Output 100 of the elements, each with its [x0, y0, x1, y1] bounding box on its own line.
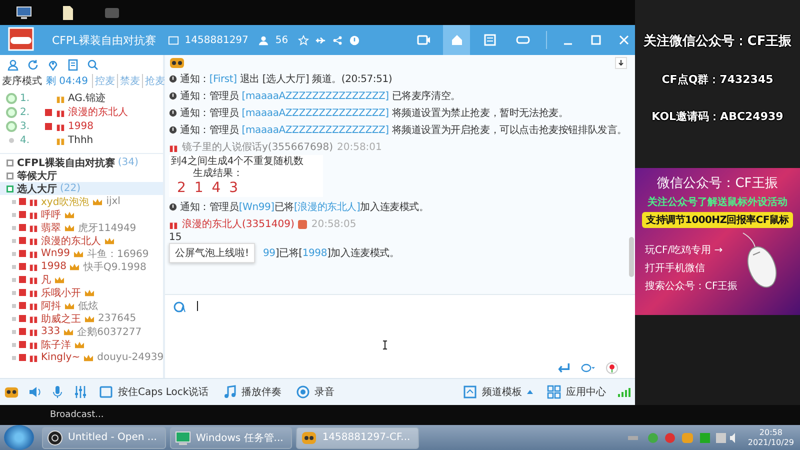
info-icon[interactable] [349, 34, 360, 46]
member-note: 企鹅6037277 [77, 326, 142, 338]
text-cursor [197, 301, 198, 311]
notepad-icon[interactable] [67, 59, 79, 71]
queue-timer: 剩 04:49 [46, 75, 88, 88]
sender-name[interactable]: 浪漫的东北人(3351409) [182, 217, 294, 231]
person-icon[interactable] [7, 59, 19, 71]
crown-icon [63, 327, 74, 336]
document-icon[interactable] [60, 4, 76, 20]
queue-user-name[interactable]: 浪漫的东北人 [68, 105, 128, 119]
member-name[interactable]: 翡翠 [41, 220, 61, 234]
queue-user-name[interactable]: AG.锦迹 [68, 91, 106, 105]
queue-number: 1. [20, 92, 31, 104]
start-button[interactable] [4, 425, 34, 450]
flower-icon[interactable] [605, 362, 619, 374]
queue-number: 4. [20, 134, 31, 146]
user-link[interactable]: [maaaaAZZZZZZZZZZZZZZZ] [242, 108, 389, 119]
channel-item[interactable]: 等候大厅 [0, 169, 163, 182]
crown-icon [54, 275, 65, 284]
user-link[interactable]: [First] [209, 74, 237, 85]
user-link[interactable]: [浪漫的东北人] [294, 202, 360, 213]
member-note: douyu-24939 [97, 352, 163, 363]
app-center-button[interactable]: 应用中心 [544, 385, 609, 399]
accompaniment-button[interactable]: 播放伴奏 [220, 385, 285, 399]
member-name[interactable]: 阿抖 [41, 298, 61, 312]
taskbar-button[interactable]: Windows 任务管... [170, 426, 292, 448]
member-name[interactable]: 1998 [41, 261, 66, 272]
gamepad-logo-icon [6, 27, 36, 53]
star-icon[interactable] [298, 34, 310, 46]
user-link[interactable]: 99 [263, 248, 276, 259]
member-note: 低炫 [78, 300, 98, 312]
user-link[interactable]: [Wn99] [238, 202, 274, 213]
promo-text: KOL邀请码：ABC24939 [652, 109, 784, 124]
grid-icon [547, 385, 561, 399]
maximize-icon [591, 35, 601, 45]
record-icon [47, 430, 63, 446]
dice-result-card: 到4之间生成4个不重复随机数 生成结果： 2 1 4 3 [169, 155, 323, 197]
id-card-icon [168, 34, 179, 46]
search-icon[interactable] [87, 59, 99, 71]
message-time: 20:58:05 [311, 218, 356, 230]
user-link[interactable]: 1998 [302, 248, 327, 259]
mouse-pointer-icon [382, 340, 388, 350]
monitor-icon[interactable] [16, 4, 32, 20]
caret-icon [527, 390, 533, 394]
member-name[interactable]: 陈子洋 [41, 338, 71, 352]
crown-icon [74, 340, 85, 349]
signal-icon [617, 386, 631, 398]
member-note: ijxl [106, 196, 120, 207]
promo-text: 关注微信公众号：CF王振 [643, 32, 792, 50]
share-icon[interactable] [332, 34, 344, 46]
user-link[interactable]: [maaaaAZZZZZZZZZZZZZZZ] [242, 125, 389, 136]
info-icon [169, 203, 177, 211]
mascot-icon[interactable] [4, 385, 19, 399]
channel-template-button[interactable]: 频道模板 [460, 385, 536, 399]
ad-badge: 支持调节1000HZ回报率CF鼠标 [642, 212, 793, 228]
member-name[interactable]: Kingly~ [41, 352, 80, 363]
crown-icon [84, 314, 95, 323]
user-link[interactable]: [maaaaAZZZZZZZZZZZZZZZ] [242, 91, 389, 102]
scrollbar[interactable] [629, 237, 634, 277]
mascot-icon [169, 57, 185, 69]
list-icon [482, 34, 496, 46]
record-button[interactable]: 录音 [292, 385, 338, 399]
enter-icon[interactable] [557, 362, 571, 374]
crown-icon [104, 236, 115, 245]
member-name[interactable]: 乐哦小开 [41, 286, 81, 300]
sender-name[interactable]: 镜子里的人说假话y(355667698) [182, 140, 333, 154]
member-name[interactable]: 凡 [41, 272, 51, 286]
member-name[interactable]: 浪漫的东北人 [41, 234, 101, 248]
home-tab[interactable] [443, 25, 470, 55]
gamepad-icon [516, 34, 530, 46]
refresh-icon[interactable] [27, 59, 39, 71]
home-icon [450, 34, 464, 46]
push-to-talk-button[interactable]: 按住Caps Lock说话 [96, 385, 212, 399]
music-note-icon [222, 385, 237, 399]
channel-item[interactable]: CFPL裸装自由对抗赛 (34) [0, 156, 163, 169]
message-text: 15 [169, 232, 183, 243]
status-text: Broadcast... [50, 410, 104, 420]
queue-user-name[interactable]: 1998 [68, 120, 94, 132]
crown-icon [84, 288, 95, 297]
location-pin-icon[interactable] [47, 59, 59, 71]
input-method-icon[interactable] [173, 301, 187, 313]
queue-user-name[interactable]: Thhh [68, 134, 94, 146]
speech-bubble-icon[interactable] [581, 362, 595, 374]
microphone-icon[interactable] [50, 385, 65, 399]
member-name[interactable]: 333 [41, 326, 60, 337]
member-note: 虎牙114949 [78, 222, 136, 234]
queue-mode-label[interactable]: 麦序模式 [2, 74, 42, 88]
channel-item[interactable]: 选人大厅 (22) [0, 182, 163, 195]
download-button[interactable] [615, 57, 627, 69]
member-name[interactable]: Wn99 [41, 248, 70, 259]
member-name[interactable]: 呼呼 [41, 208, 61, 222]
notice-text: 99]已将[1998]加入连麦模式。 [263, 246, 400, 260]
member-name[interactable]: 助威之王 [41, 312, 81, 326]
notice-text: 通知：[First] 退出 [选人大厅] 频道。(20:57:51) [180, 72, 392, 86]
minimize-icon [563, 43, 573, 45]
notice-text: 通知：管理员 [maaaaAZZZZZZZZZZZZZZZ] 将频道设置为禁止抢麦，暂时无法抢麦。 [180, 106, 568, 120]
equalizer-icon[interactable] [73, 385, 88, 399]
clock-time[interactable]: 20:58 [759, 428, 782, 438]
speaker-icon[interactable] [27, 385, 42, 399]
clock-date[interactable]: 2021/10/29 [748, 438, 794, 448]
